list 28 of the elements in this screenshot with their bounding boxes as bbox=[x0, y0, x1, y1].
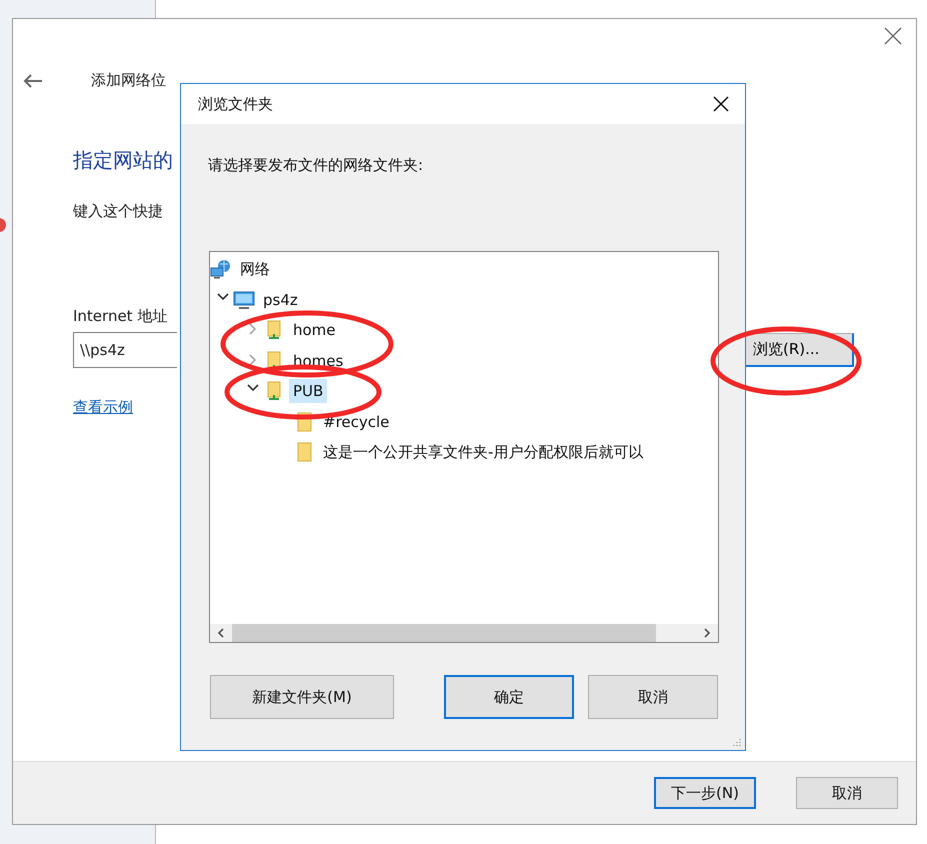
tree-item[interactable]: #recycle bbox=[319, 410, 394, 434]
wizard-title: 添加网络位 bbox=[91, 71, 166, 90]
tree-item[interactable]: PUB bbox=[289, 379, 328, 404]
tree-item[interactable]: 这是一个公开共享文件夹-用户分配权限后就可以 bbox=[319, 440, 648, 465]
instruction-text: 键入这个快捷 bbox=[73, 202, 163, 221]
cancel-button[interactable]: 取消 bbox=[796, 777, 898, 809]
address-field[interactable]: \\ps4z bbox=[73, 332, 177, 368]
cancel-button[interactable]: 取消 bbox=[588, 675, 718, 719]
horizontal-scrollbar[interactable] bbox=[210, 624, 718, 642]
next-button[interactable]: 下一步(N) bbox=[654, 777, 756, 809]
example-link[interactable]: 查看示例 bbox=[73, 398, 133, 417]
resize-grip-icon[interactable] bbox=[732, 737, 742, 747]
tree-item[interactable]: home bbox=[289, 318, 340, 342]
tree-item[interactable]: 网络 bbox=[236, 256, 274, 282]
chevron-down-icon[interactable] bbox=[217, 292, 229, 301]
chevron-down-icon[interactable] bbox=[247, 384, 259, 392]
ok-button[interactable]: 确定 bbox=[444, 675, 574, 719]
chevron-right-icon[interactable] bbox=[249, 354, 257, 366]
computer-icon bbox=[233, 290, 255, 310]
dialog-prompt: 请选择要发布文件的网络文件夹: bbox=[208, 156, 424, 175]
page-heading: 指定网站的 bbox=[73, 147, 173, 174]
back-arrow-icon[interactable] bbox=[23, 72, 43, 88]
close-icon[interactable] bbox=[713, 96, 729, 112]
dialog-title: 浏览文件夹 bbox=[198, 94, 273, 114]
network-icon bbox=[210, 259, 232, 280]
tree-item[interactable]: ps4z bbox=[259, 288, 302, 312]
address-label: Internet 地址 bbox=[73, 307, 168, 326]
new-folder-button[interactable]: 新建文件夹(M) bbox=[210, 675, 394, 719]
